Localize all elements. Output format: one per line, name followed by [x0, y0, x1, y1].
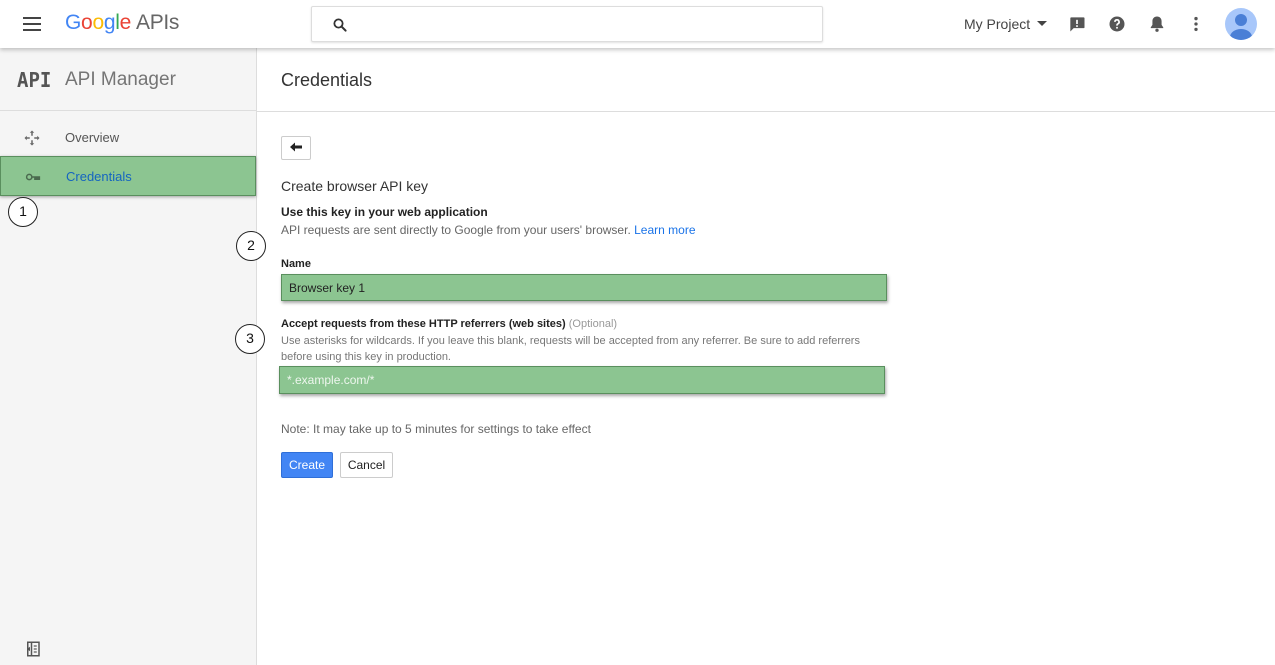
arrow-back-icon [290, 142, 302, 151]
search-icon[interactable] [331, 16, 349, 34]
description-text: API requests are sent directly to Google… [281, 223, 631, 237]
logo-letter: G [65, 11, 82, 34]
overview-icon [24, 130, 40, 146]
referrers-hint: Use asterisks for wildcards. If you leav… [281, 335, 860, 363]
sidebar: API API Manager Overview Credentials [0, 48, 257, 665]
optional-tag: (Optional) [568, 318, 618, 330]
search-bar[interactable] [311, 6, 823, 42]
menu-icon[interactable] [21, 14, 45, 34]
top-app-bar: Google APIs My Project [0, 0, 1275, 48]
sidebar-title[interactable]: API Manager [65, 69, 176, 91]
section-description: API requests are sent directly to Google… [281, 223, 696, 237]
sidebar-item-credentials[interactable]: Credentials [0, 156, 256, 196]
learn-more-link[interactable]: Learn more [634, 223, 695, 237]
more-vert-icon[interactable] [1186, 14, 1206, 34]
annotation-marker: 1 [8, 197, 38, 227]
sidebar-item-label: Overview [65, 130, 120, 145]
google-apis-logo[interactable]: Google APIs [65, 11, 179, 35]
logo-letter: e [119, 11, 132, 34]
name-label: Name [281, 258, 311, 270]
referrers-input[interactable] [287, 371, 847, 389]
referrers-field-wrapper [279, 366, 885, 394]
create-button[interactable]: Create [281, 452, 333, 478]
project-name: My Project [964, 16, 1031, 32]
back-button[interactable] [281, 136, 311, 160]
person-icon [1230, 14, 1252, 40]
referrers-label: Accept requests from these HTTP referrer… [281, 318, 617, 330]
sidebar-header: API API Manager [0, 48, 256, 111]
feedback-icon[interactable] [1067, 14, 1087, 34]
section-heading: Use this key in your web application [281, 205, 488, 219]
referrers-label-text: Accept requests from these HTTP referrer… [281, 318, 566, 330]
annotation-marker: 3 [235, 324, 265, 354]
key-icon [25, 173, 41, 181]
logo-letter: o [92, 11, 104, 34]
help-icon[interactable] [1107, 14, 1127, 34]
search-input[interactable] [360, 13, 800, 35]
collapse-sidebar-icon[interactable] [24, 640, 42, 658]
logo-suffix: APIs [135, 11, 180, 34]
main-header: Credentials [257, 48, 1275, 112]
notifications-icon[interactable] [1147, 14, 1167, 34]
chevron-down-icon [1037, 21, 1048, 26]
form-title: Create browser API key [281, 178, 429, 194]
api-logo: API [17, 68, 52, 92]
name-field-wrapper [281, 274, 887, 301]
account-avatar[interactable] [1225, 8, 1257, 40]
page-title: Credentials [281, 70, 373, 90]
sidebar-item-overview[interactable]: Overview [0, 118, 256, 158]
logo-letter: o [81, 11, 93, 34]
settings-note: Note: It may take up to 5 minutes for se… [281, 422, 591, 436]
logo-letter: g [103, 11, 116, 34]
project-selector[interactable]: My Project [964, 16, 1048, 32]
annotation-marker: 2 [236, 231, 266, 261]
cancel-button[interactable]: Cancel [340, 452, 393, 478]
name-input[interactable] [289, 279, 849, 297]
sidebar-item-label: Credentials [66, 169, 132, 184]
